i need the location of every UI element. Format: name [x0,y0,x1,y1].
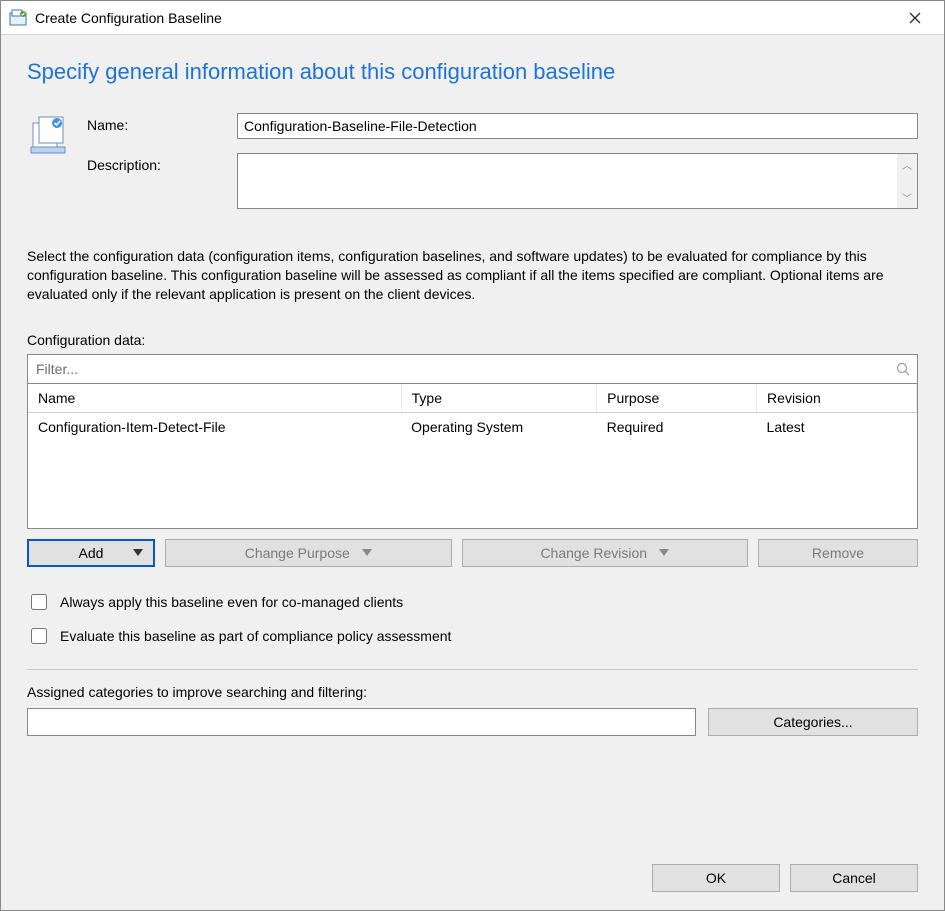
ok-label: OK [706,870,726,886]
filter-row [27,354,918,384]
col-type[interactable]: Type [401,384,596,413]
col-name[interactable]: Name [28,384,401,413]
scroll-down-icon: ﹀ [902,190,912,205]
add-button-label: Add [79,545,104,561]
description-input[interactable] [238,154,897,208]
dropdown-caret-icon [659,549,669,556]
close-button[interactable] [894,5,936,31]
remove-button[interactable]: Remove [758,539,918,567]
instruction-text: Select the configuration data (configura… [27,247,887,304]
categories-row: Categories... [27,708,918,736]
name-label: Name: [87,113,237,133]
change-purpose-button[interactable]: Change Purpose [165,539,452,567]
cancel-button[interactable]: Cancel [790,864,918,892]
change-revision-label: Change Revision [540,545,647,561]
remove-label: Remove [812,545,864,561]
dialog-content: Specify general information about this c… [1,35,944,910]
titlebar: Create Configuration Baseline [1,1,944,35]
scroll-up-icon: ︿ [902,157,912,172]
col-purpose[interactable]: Purpose [597,384,757,413]
cell-purpose: Required [597,412,757,441]
change-revision-button[interactable]: Change Revision [462,539,749,567]
configdata-grid[interactable]: Name Type Purpose Revision Configuration… [27,384,918,529]
general-info-form: Name: Description: ︿ ﹀ [27,113,918,223]
app-icon [9,8,29,28]
filter-input[interactable] [28,355,889,383]
categories-button[interactable]: Categories... [708,708,918,736]
configdata-buttons: Add Change Purpose Change Revision Remov… [27,539,918,567]
evaluate-policy-label: Evaluate this baseline as part of compli… [60,628,451,644]
cell-name: Configuration-Item-Detect-File [28,412,401,441]
add-button[interactable]: Add [27,539,155,567]
description-scrollbar[interactable]: ︿ ﹀ [897,154,917,208]
evaluate-policy-row[interactable]: Evaluate this baseline as part of compli… [27,625,918,647]
table-row[interactable]: Configuration-Item-Detect-File Operating… [28,412,917,441]
description-row: Description: ︿ ﹀ [87,153,918,209]
window-title: Create Configuration Baseline [35,10,894,26]
ok-button[interactable]: OK [652,864,780,892]
categories-button-label: Categories... [773,714,852,730]
col-revision[interactable]: Revision [757,384,917,413]
name-row: Name: [87,113,918,139]
description-label: Description: [87,153,237,173]
always-apply-checkbox[interactable] [31,594,47,610]
grid-header-row: Name Type Purpose Revision [28,384,917,413]
dropdown-caret-icon [133,549,143,556]
change-purpose-label: Change Purpose [245,545,350,561]
always-apply-row[interactable]: Always apply this baseline even for co-m… [27,591,918,613]
page-heading: Specify general information about this c… [27,59,918,85]
categories-label: Assigned categories to improve searching… [27,684,918,700]
separator [27,669,918,670]
cancel-label: Cancel [832,870,876,886]
configdata-label: Configuration data: [27,332,918,348]
cell-revision: Latest [757,412,917,441]
baseline-icon [27,113,69,223]
cell-type: Operating System [401,412,596,441]
dropdown-caret-icon [362,549,372,556]
dialog-window: Create Configuration Baseline Specify ge… [0,0,945,911]
close-icon [909,12,921,24]
always-apply-label: Always apply this baseline even for co-m… [60,594,403,610]
evaluate-policy-checkbox[interactable] [31,628,47,644]
categories-input[interactable] [27,708,696,736]
search-icon[interactable] [889,355,917,383]
dialog-footer: OK Cancel [27,858,918,892]
name-input[interactable] [237,113,918,139]
